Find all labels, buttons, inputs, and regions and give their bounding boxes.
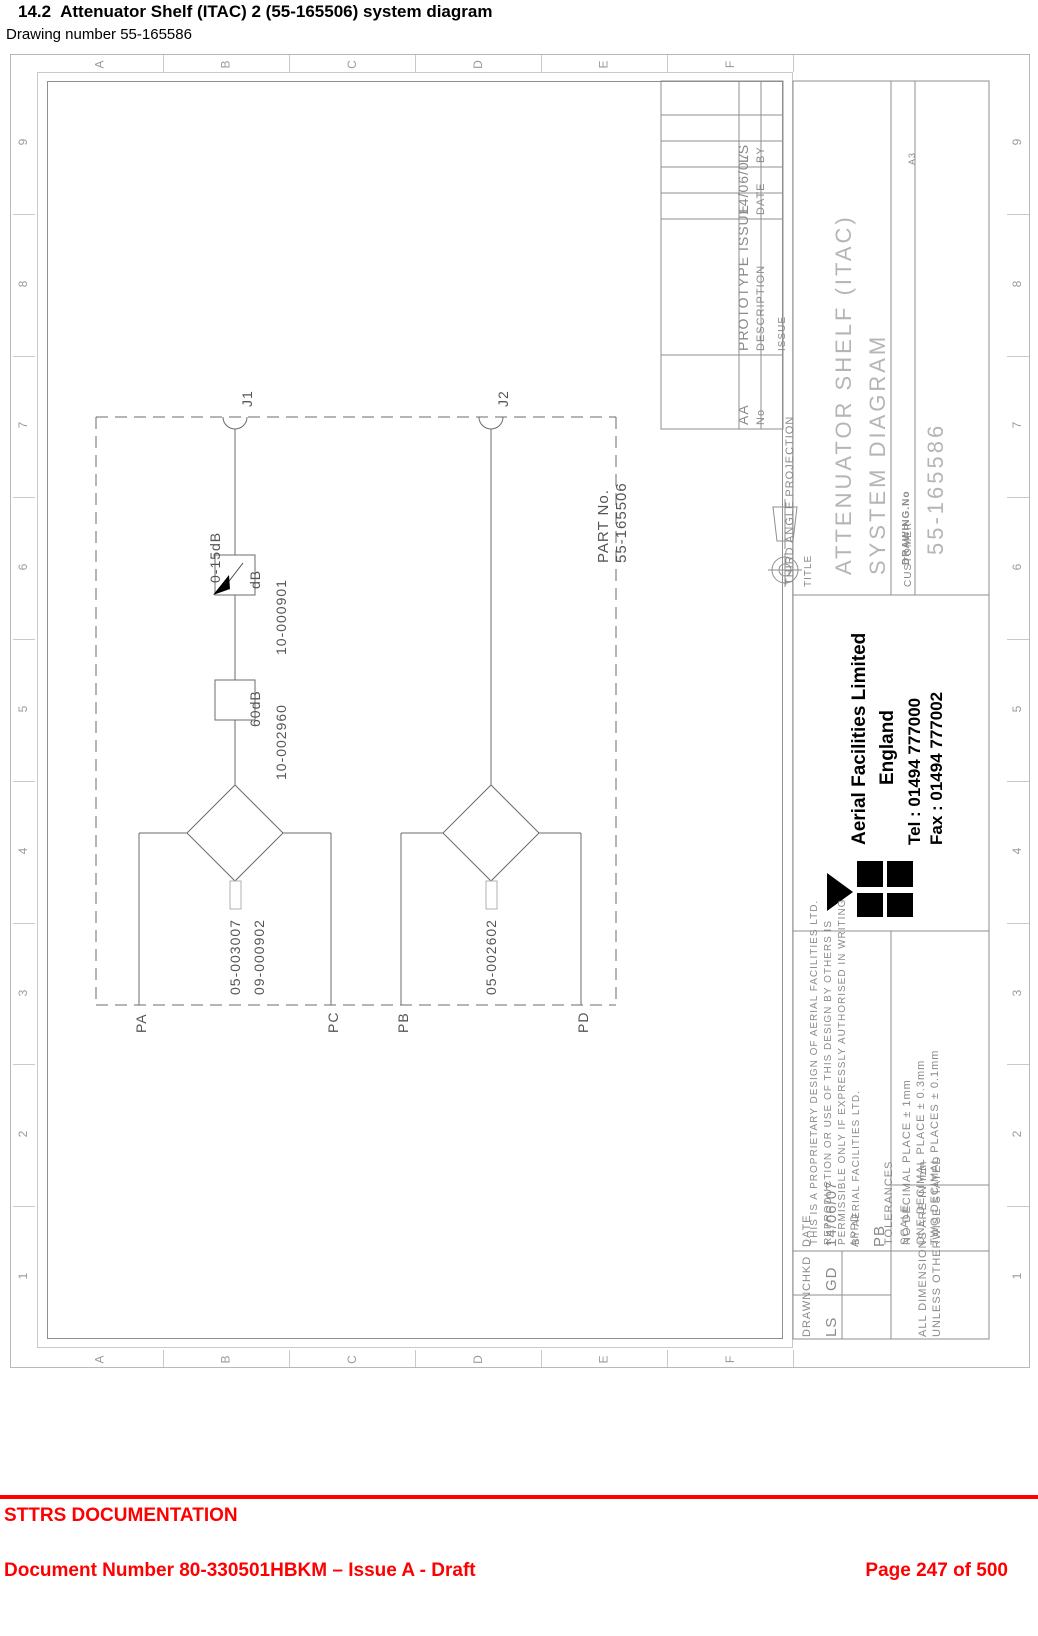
tolerance-line-3: TWO DECIMAL PLACES ± 0.1mm (929, 1049, 941, 1245)
appd-value: PB (871, 1224, 888, 1247)
footer-doc-number: Document Number 80-330501HBKM – Issue A … (4, 1560, 476, 1581)
drawn-value: LS (823, 1316, 840, 1337)
section-number: 14.2 (18, 2, 52, 21)
revision-row-description: PROTOTYPE ISSUE (735, 204, 751, 351)
units-note-line-2: UNLESS OTHERWISE STATED (931, 1155, 943, 1337)
drawing-no-value: 55-165586 (923, 422, 948, 555)
revision-col-no: No (755, 408, 767, 425)
drawing-number-line: Drawing number 55-165586 (6, 26, 192, 43)
footer-doc-class: STTRS DOCUMENTATION (4, 1505, 238, 1526)
revision-row-date: 14/06/07 (735, 152, 751, 216)
sheet-size: A3 (907, 151, 917, 165)
footer-rule (0, 1495, 1038, 1499)
page-title: 14.2 Attenuator Shelf (ITAC) 2 (55-165506… (18, 2, 492, 22)
revision-row-no: AA (735, 404, 751, 425)
section-title: Attenuator Shelf (ITAC) 2 (55-165506) sy… (60, 2, 493, 21)
engineering-drawing: ABCDEF ABCDEF 987654321 987654321 J1 J2 … (10, 54, 1030, 1368)
revision-row-by: LS (735, 143, 751, 163)
footer-page-number: Page 247 of 500 (865, 1560, 1008, 1581)
customer-label: CUSTOMER (903, 521, 914, 587)
chkd-value: GD (823, 1266, 840, 1292)
revision-col-by: BY (755, 146, 767, 163)
company-fax: Fax : 01494 777002 (927, 691, 946, 845)
